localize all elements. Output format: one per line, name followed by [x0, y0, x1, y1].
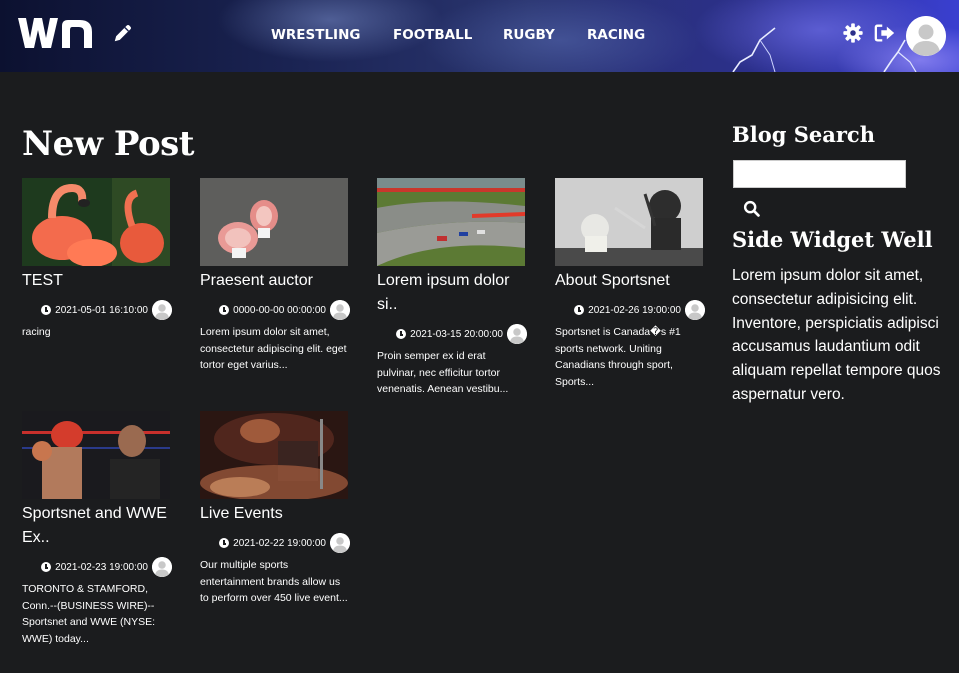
- post-title[interactable]: About Sportsnet: [555, 269, 705, 293]
- post-card: Sportsnet and WWE Ex.. 2021-02-23 19:00:…: [22, 411, 172, 647]
- post-meta: 2021-05-01 16:10:00: [22, 300, 172, 320]
- post-title[interactable]: Live Events: [200, 502, 350, 526]
- clock-icon: [219, 538, 230, 548]
- post-thumbnail[interactable]: [555, 178, 703, 266]
- post-card: About Sportsnet 2021-02-26 19:00:00 Spor…: [555, 178, 705, 390]
- post-date: 2021-02-22 19:00:00: [233, 537, 326, 549]
- post-thumbnail[interactable]: [200, 411, 348, 499]
- nav-racing[interactable]: RACING: [587, 27, 645, 43]
- pencil-icon[interactable]: [112, 22, 134, 44]
- post-date: 2021-02-26 19:00:00: [588, 304, 681, 316]
- post-excerpt: TORONTO & STAMFORD, Conn.--(BUSINESS WIR…: [22, 583, 156, 645]
- post-title[interactable]: TEST: [22, 269, 172, 293]
- author-avatar[interactable]: [152, 557, 172, 577]
- post-date: 0000-00-00 00:00:00: [233, 304, 326, 316]
- post-excerpt: Our multiple sports entertainment brands…: [200, 559, 348, 604]
- site-header: WRESTLING FOOTBALL RUGBY RACING: [0, 0, 959, 72]
- clock-icon: [41, 562, 52, 572]
- post-date: 2021-03-15 20:00:00: [410, 328, 503, 340]
- post-meta: 0000-00-00 00:00:00: [200, 300, 350, 320]
- clock-icon: [396, 329, 407, 339]
- search-input[interactable]: [733, 160, 906, 188]
- author-avatar[interactable]: [330, 533, 350, 553]
- blog-search-heading: Blog Search: [732, 122, 875, 147]
- post-excerpt: racing: [22, 326, 51, 338]
- post-meta: 2021-02-26 19:00:00: [555, 300, 705, 320]
- post-thumbnail[interactable]: [22, 411, 170, 499]
- post-meta: 2021-02-23 19:00:00: [22, 557, 172, 577]
- post-excerpt: Sportsnet is Canada�s #1 sports network.…: [555, 326, 681, 388]
- clock-icon: [41, 305, 52, 315]
- nav-football[interactable]: FOOTBALL: [393, 27, 472, 43]
- post-thumbnail[interactable]: [200, 178, 348, 266]
- post-date: 2021-05-01 16:10:00: [55, 304, 148, 316]
- lightning-decoration: [732, 27, 917, 72]
- site-logo[interactable]: [16, 12, 94, 52]
- post-meta: 2021-03-15 20:00:00: [377, 324, 527, 344]
- post-thumbnail[interactable]: [22, 178, 170, 266]
- author-avatar[interactable]: [330, 300, 350, 320]
- post-card: Lorem ipsum dolor si.. 2021-03-15 20:00:…: [377, 178, 527, 398]
- post-thumbnail[interactable]: [377, 178, 525, 266]
- search-icon[interactable]: [741, 198, 763, 220]
- post-card: TEST 2021-05-01 16:10:00 racing: [22, 178, 172, 341]
- gear-icon[interactable]: [842, 22, 864, 44]
- post-date: 2021-02-23 19:00:00: [55, 561, 148, 573]
- nav-wrestling[interactable]: WRESTLING: [271, 27, 360, 43]
- post-title[interactable]: Lorem ipsum dolor si..: [377, 269, 527, 317]
- clock-icon: [574, 305, 585, 315]
- side-widget-heading: Side Widget Well: [732, 227, 933, 252]
- author-avatar[interactable]: [685, 300, 705, 320]
- clock-icon: [219, 305, 230, 315]
- author-avatar[interactable]: [152, 300, 172, 320]
- post-card: Praesent auctor 0000-00-00 00:00:00 Lore…: [200, 178, 350, 374]
- page-title: New Post: [22, 124, 195, 164]
- post-card: Live Events 2021-02-22 19:00:00 Our mult…: [200, 411, 350, 607]
- user-avatar[interactable]: [906, 16, 946, 56]
- post-excerpt: Proin semper ex id erat pulvinar, nec ef…: [377, 350, 509, 395]
- side-widget-text: Lorem ipsum dolor sit amet, consectetur …: [732, 267, 941, 403]
- post-title[interactable]: Sportsnet and WWE Ex..: [22, 502, 172, 550]
- post-excerpt: Lorem ipsum dolor sit amet, consectetur …: [200, 326, 347, 371]
- post-title[interactable]: Praesent auctor: [200, 269, 350, 293]
- author-avatar[interactable]: [507, 324, 527, 344]
- post-meta: 2021-02-22 19:00:00: [200, 533, 350, 553]
- nav-rugby[interactable]: RUGBY: [503, 27, 555, 43]
- sign-out-icon[interactable]: [874, 22, 896, 44]
